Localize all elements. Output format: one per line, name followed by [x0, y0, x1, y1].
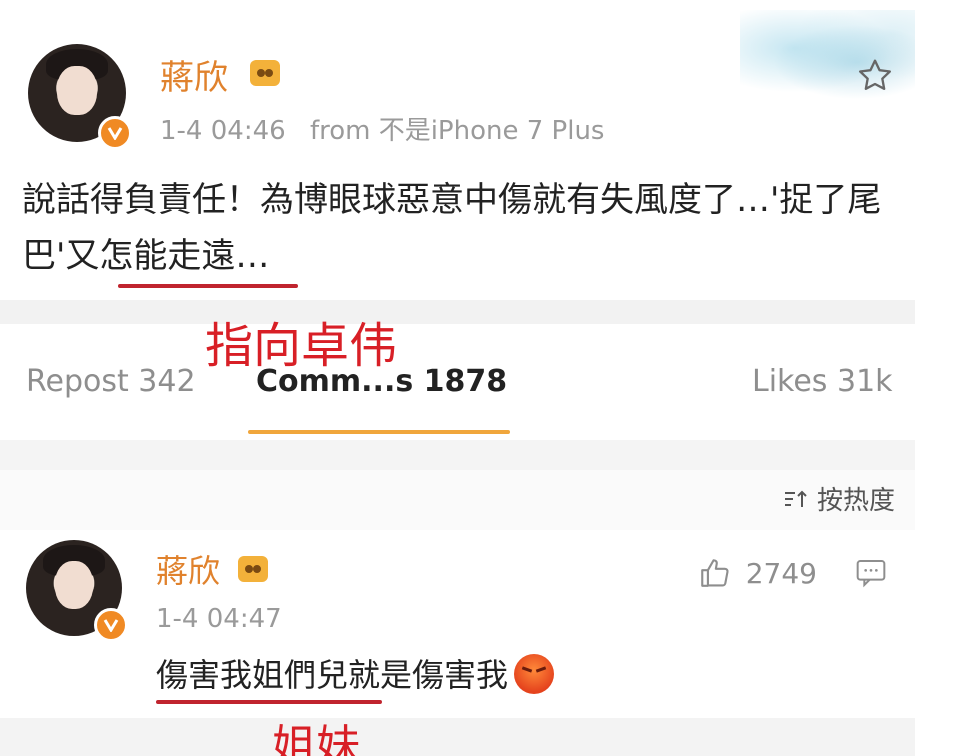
red-underline-highlight	[118, 284, 298, 288]
post-body: 說話得負責任！為博眼球惡意中傷就有失風度了…'捉了尾巴'又怎能走遠…	[22, 172, 902, 284]
sort-icon	[783, 489, 809, 509]
red-underline-highlight	[156, 700, 382, 704]
post-username[interactable]: 蔣欣	[160, 50, 228, 99]
comment-username[interactable]: 蔣欣	[156, 546, 220, 592]
section-separator	[0, 300, 915, 324]
tab-comments[interactable]: Comm...s 1878	[256, 364, 507, 399]
comment-timestamp: 1-4 04:47	[156, 604, 282, 634]
bottom-band	[0, 718, 915, 756]
sort-button[interactable]: 按热度	[783, 480, 895, 517]
comment-icon[interactable]	[855, 558, 887, 588]
verified-badge-icon	[94, 608, 128, 642]
sort-label: 按热度	[816, 486, 895, 516]
post-timestamp: 1-4 04:46	[160, 116, 286, 146]
member-icon	[238, 556, 268, 582]
tab-repost[interactable]: Repost 342	[26, 364, 196, 399]
tab-likes[interactable]: Likes 31k	[752, 364, 893, 399]
angry-emoji-icon	[514, 654, 555, 694]
post-source: from 不是iPhone 7 Plus	[309, 116, 605, 146]
comment-body: 傷害我姐們兒就是傷害我	[156, 650, 555, 696]
weibo-post-panel: 蔣欣 1-4 04:46 from 不是iPhone 7 Plus 說話得負責任…	[0, 0, 915, 756]
comment-text: 傷害我姐們兒就是傷害我	[156, 656, 509, 694]
tabs-divider	[0, 440, 915, 470]
sort-row: 按热度	[0, 470, 915, 530]
verified-badge-icon	[98, 116, 132, 150]
post-text-part1: 說話得負責任！為博眼球惡意中傷就有失風度了…	[22, 180, 770, 220]
annotation-label: 姐妹	[272, 721, 360, 756]
member-icon	[250, 60, 280, 86]
post-text-part2: 又怎能走遠…	[65, 236, 270, 276]
post-meta: 1-4 04:46 from 不是iPhone 7 Plus	[160, 110, 604, 147]
active-tab-indicator	[248, 430, 510, 434]
thumbs-up-icon[interactable]	[698, 556, 732, 590]
comment-actions: 2749	[698, 556, 887, 590]
comment-like-count: 2749	[745, 556, 817, 590]
star-icon[interactable]	[855, 56, 895, 96]
